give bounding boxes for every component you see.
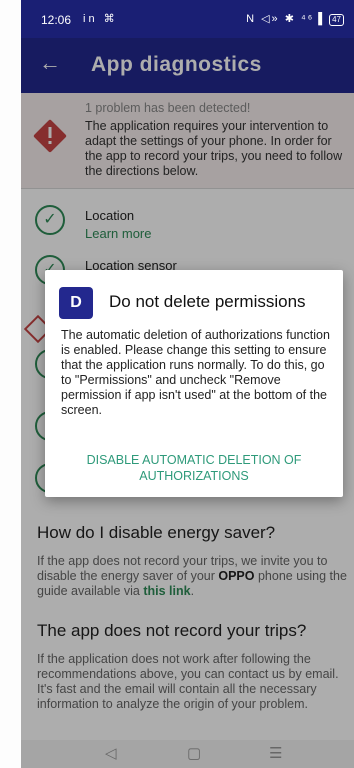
battery-icon: 47 bbox=[329, 14, 344, 26]
status-bar: 12:06 in ⌘ N ◁» ✱ ⁴⁶▐ 47 bbox=[21, 0, 354, 38]
phone-screen: 12:06 in ⌘ N ◁» ✱ ⁴⁶▐ 47 ← App diagnosti… bbox=[21, 0, 354, 768]
permissions-dialog: D Do not delete permissions The automati… bbox=[45, 270, 343, 497]
dialog-title: Do not delete permissions bbox=[109, 292, 306, 311]
system-icons: N ◁» ✱ ⁴⁶▐ 47 bbox=[246, 12, 344, 26]
notification-icons: in ⌘ bbox=[83, 13, 118, 25]
dialog-body: The automatic deletion of authorizations… bbox=[61, 328, 330, 417]
app-logo-icon: D bbox=[59, 287, 93, 319]
status-time: 12:06 bbox=[41, 13, 72, 27]
signal-icons: N ◁» ✱ ⁴⁶▐ bbox=[246, 13, 325, 25]
disable-auto-deletion-button[interactable]: DISABLE AUTOMATIC DELETION OF AUTHORIZAT… bbox=[59, 452, 329, 484]
